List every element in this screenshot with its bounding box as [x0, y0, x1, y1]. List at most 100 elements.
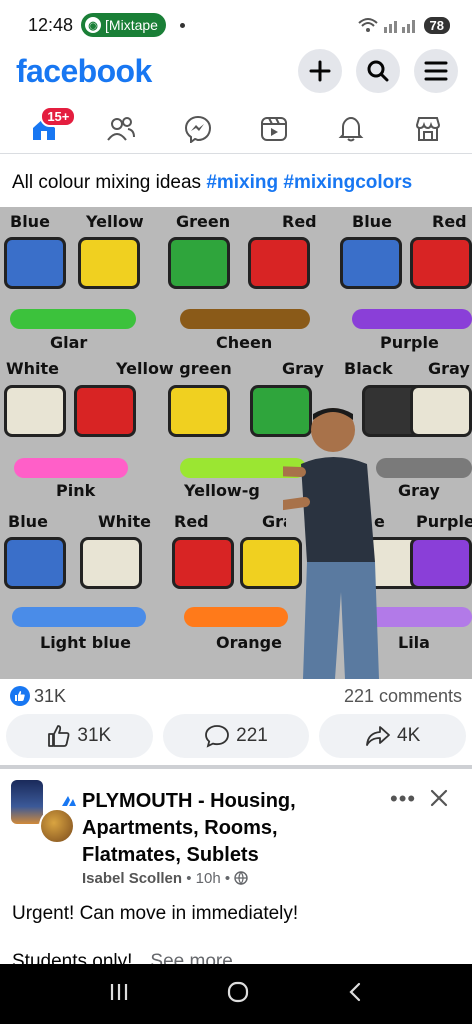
image-label: White — [6, 359, 60, 378]
like-reaction-icon[interactable] — [10, 686, 30, 706]
tab-friends[interactable] — [93, 108, 149, 150]
globe-icon — [234, 871, 248, 886]
tab-marketplace[interactable] — [400, 108, 456, 150]
group-post-text: Urgent! Can move in immediately! — [12, 903, 299, 924]
like-button[interactable]: 31K — [6, 714, 153, 758]
image-label: Purple — [416, 512, 472, 531]
like-count: 31K — [77, 725, 112, 746]
facebook-logo[interactable]: facebook — [16, 53, 152, 90]
group-thumbnail[interactable] — [11, 780, 75, 844]
home-button[interactable] — [226, 980, 250, 1009]
group-title[interactable]: PLYMOUTH - Housing, Apartments, Rooms, F… — [62, 788, 372, 869]
notification-pill[interactable]: ◉ [Mixtape — [81, 13, 166, 37]
tab-home[interactable]: 15+ — [16, 105, 77, 150]
image-label: Cheen — [216, 333, 273, 352]
close-button[interactable] — [430, 786, 448, 814]
paint-can — [4, 237, 66, 289]
comment-button[interactable]: 221 — [162, 714, 310, 758]
image-label: Light blue — [40, 633, 131, 652]
tab-notifications[interactable] — [323, 108, 379, 150]
notification-dot — [179, 22, 185, 28]
color-stripe — [376, 458, 472, 478]
author-name[interactable]: Isabel Scollen — [82, 870, 182, 887]
paint-can — [248, 237, 310, 289]
paint-can — [410, 385, 472, 437]
group-icon — [62, 796, 76, 806]
comment-count: 221 — [236, 725, 268, 746]
thumbs-up-icon — [48, 725, 70, 747]
plus-icon — [309, 60, 331, 82]
messenger-icon — [184, 115, 211, 143]
group-cover-image — [11, 780, 43, 824]
search-icon — [367, 60, 389, 82]
status-time: 12:48 — [28, 14, 74, 35]
menu-button[interactable] — [414, 49, 458, 93]
paint-can — [168, 385, 230, 437]
share-count: 4K — [397, 725, 421, 746]
reactions-count[interactable]: 31K — [34, 686, 66, 707]
color-stripe — [180, 309, 310, 329]
comments-count[interactable]: 221 comments — [344, 686, 462, 707]
hashtag-mixing[interactable]: #mixing — [206, 172, 278, 193]
color-stripe — [14, 458, 128, 478]
color-stripe — [10, 309, 136, 329]
recent-apps-button[interactable] — [108, 981, 130, 1008]
post-actions: 31K 221 4K — [6, 714, 467, 760]
paint-can — [172, 537, 234, 589]
reactions-row: 31K 221 comments — [10, 684, 462, 708]
status-indicators: 78 — [357, 16, 450, 34]
home-circle-icon — [227, 981, 249, 1002]
share-button[interactable]: 4K — [319, 714, 467, 758]
image-label: White — [98, 512, 152, 531]
android-nav-bar — [0, 964, 472, 1024]
presenter-figure — [283, 408, 379, 679]
more-options-button[interactable]: ••• — [390, 786, 416, 812]
image-label: Purple — [380, 333, 439, 352]
bell-icon — [338, 116, 364, 141]
app-header: facebook — [0, 46, 472, 96]
battery-indicator: 78 — [423, 16, 450, 34]
image-label: Glar — [50, 333, 88, 352]
thumbs-up-icon — [15, 691, 25, 701]
notification-app-label: [Mixtape — [105, 17, 158, 33]
image-label: Gray — [398, 481, 440, 500]
hashtag-mixingcolors[interactable]: #mixingcolors — [283, 172, 412, 193]
create-button[interactable] — [298, 49, 342, 93]
recent-apps-icon — [110, 983, 128, 1000]
post-time[interactable]: 10h — [196, 870, 221, 887]
image-label: Lila — [398, 633, 430, 652]
search-button[interactable] — [356, 49, 400, 93]
meta-separator: • — [186, 870, 192, 887]
post-image[interactable]: Blue Yellow Green Red Blue Red Glar Chee… — [0, 207, 472, 679]
paint-can — [80, 537, 142, 589]
image-label: Gray — [282, 359, 324, 378]
paint-can — [4, 385, 66, 437]
color-stripe — [184, 607, 288, 627]
color-stripe — [12, 607, 146, 627]
group-post-meta: Isabel Scollen • 10h • — [82, 870, 248, 887]
notification-badge: 15+ — [40, 105, 77, 127]
wifi-icon — [357, 18, 378, 32]
signal-icon — [383, 20, 415, 33]
image-label: Yellow — [86, 212, 144, 231]
image-label: Red — [282, 212, 317, 231]
caption-text: All colour mixing ideas — [12, 172, 207, 193]
meta-separator: • — [224, 870, 231, 887]
main-nav: 15+ — [0, 104, 472, 154]
image-label: Yellow green — [116, 359, 232, 378]
image-label: Black — [344, 359, 393, 378]
close-icon — [430, 789, 448, 807]
tab-messenger[interactable] — [170, 108, 226, 150]
back-button[interactable] — [346, 981, 364, 1008]
friends-icon — [107, 116, 135, 141]
post-caption: All colour mixing ideas #mixing #mixingc… — [12, 172, 412, 194]
image-label: Blue — [10, 212, 50, 231]
marketplace-icon — [415, 116, 440, 141]
tab-video[interactable] — [246, 108, 302, 150]
paint-can — [168, 237, 230, 289]
see-more-link[interactable]: See more — [150, 951, 232, 965]
comment-icon — [205, 725, 230, 748]
back-icon — [349, 982, 361, 1001]
image-label: Gray — [428, 359, 470, 378]
image-label: Green — [176, 212, 231, 231]
